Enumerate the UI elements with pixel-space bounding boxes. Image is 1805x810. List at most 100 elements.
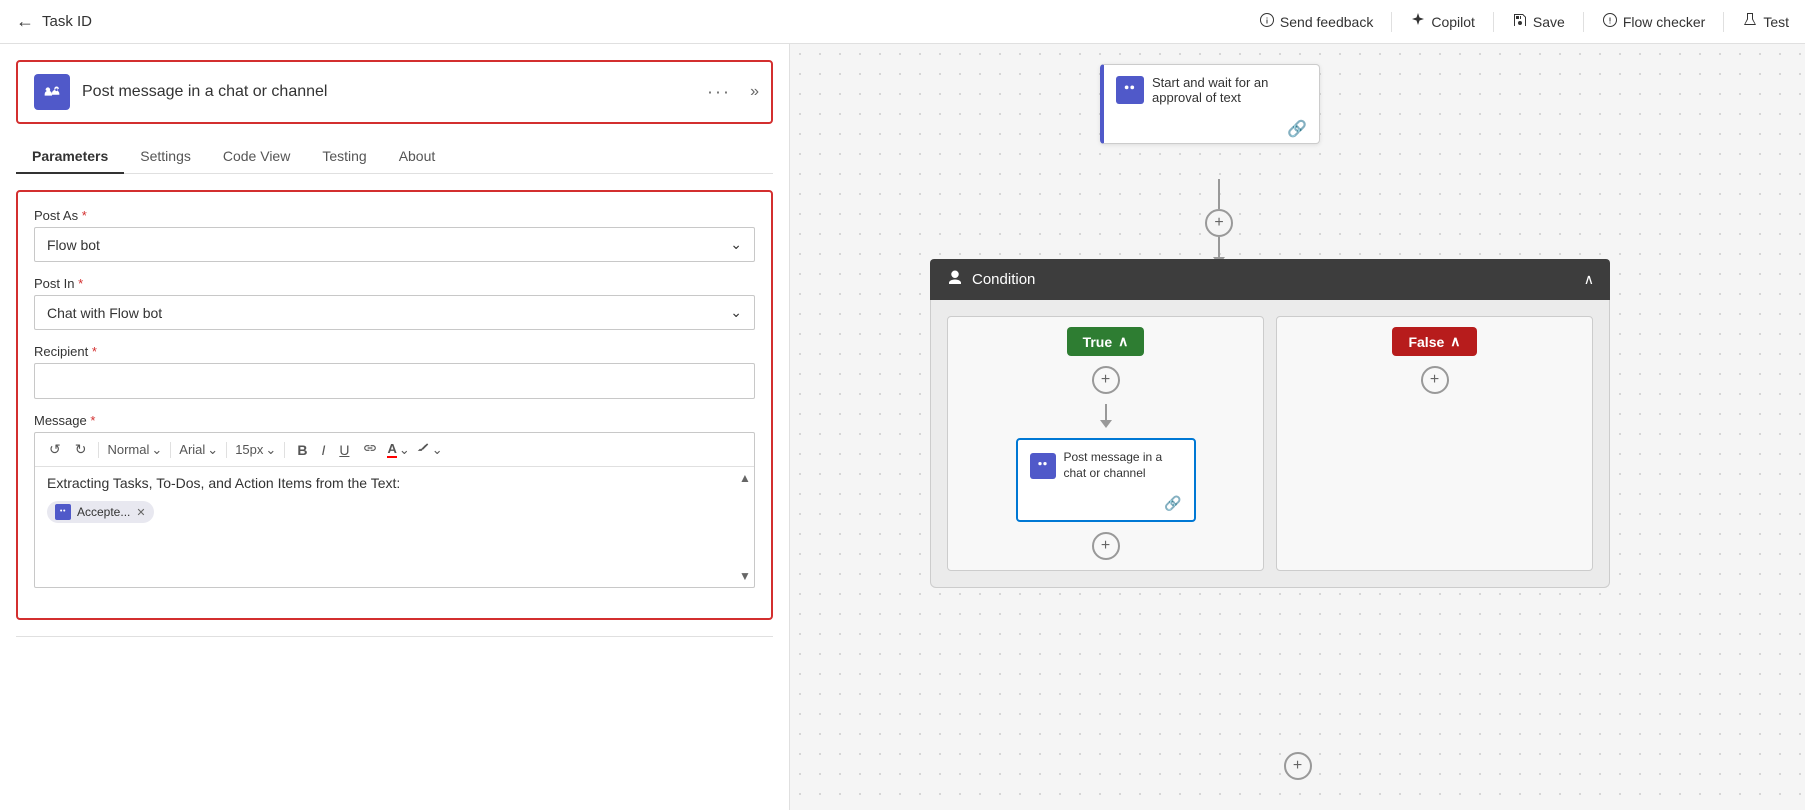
bold-button[interactable]: B [293,440,311,460]
condition-node: Condition ∧ True ∧ + [930,259,1610,588]
font-value: Arial [179,442,205,457]
action-title: Post message in a chat or channel [82,83,755,101]
undo-button[interactable]: ↺ [45,439,65,460]
copilot-label: Copilot [1431,14,1475,30]
condition-body: True ∧ + [930,300,1610,588]
font-color-icon: A [387,441,396,458]
post-in-required: * [78,276,83,291]
recipient-label: Recipient * [34,344,755,359]
redo-button[interactable]: ↻ [71,439,91,460]
test-label: Test [1763,14,1789,30]
post-as-required: * [82,208,87,223]
topbar-left: ← Task ID [16,11,1259,32]
parameters-form: Post As * Flow bot ⌄ Post In * Chat with… [16,190,773,620]
rte-text: Extracting Tasks, To-Dos, and Action Ite… [47,475,742,491]
message-tag-chip: Accepte... ✕ [47,501,154,523]
font-color-dropdown[interactable]: A ⌄ [387,441,409,458]
condition-header: Condition ∧ [930,259,1610,300]
rich-text-editor: ↺ ↻ Normal ⌄ Arial ⌄ [34,432,755,588]
approval-node-icon [1116,76,1144,104]
scroll-up-button[interactable]: ▲ [739,471,751,485]
false-branch-header[interactable]: False ∧ [1392,327,1476,356]
condition-collapse-button[interactable]: ∧ [1584,271,1594,288]
italic-button[interactable]: I [317,440,329,460]
flow-checker-label: Flow checker [1623,14,1705,30]
true-branch-header[interactable]: True ∧ [1067,327,1145,356]
arrow-line-2 [1218,237,1220,257]
main-layout: Post message in a chat or channel ··· » … [0,44,1805,810]
recipient-input[interactable] [34,363,755,399]
highlight-chevron: ⌄ [432,442,443,458]
toolbar-sep-3 [226,442,227,458]
tag-label: Accepte... [77,505,130,519]
post-as-value: Flow bot [47,237,100,253]
recipient-group: Recipient * [34,344,755,399]
tab-code-view[interactable]: Code View [207,140,306,174]
topbar-separator-2 [1493,12,1494,32]
send-feedback-button[interactable]: Send feedback [1259,12,1373,31]
font-dropdown[interactable]: Arial ⌄ [179,442,218,458]
arrow-approval-condition: + [1205,179,1233,265]
save-button[interactable]: Save [1512,12,1565,31]
flow-checker-button[interactable]: Flow checker [1602,12,1705,31]
rte-content-area[interactable]: Extracting Tasks, To-Dos, and Action Ite… [35,467,754,587]
copilot-icon [1410,12,1426,31]
topbar: ← Task ID Send feedback Copilot Save [0,0,1805,44]
highlight-icon [416,441,430,458]
send-feedback-label: Send feedback [1280,14,1373,30]
tag-remove-button[interactable]: ✕ [136,506,145,519]
scroll-down-button[interactable]: ▼ [739,569,751,583]
arrow-to-post [1100,404,1112,428]
post-as-select[interactable]: Flow bot ⌄ [34,227,755,262]
post-in-select[interactable]: Chat with Flow bot ⌄ [34,295,755,330]
copilot-button[interactable]: Copilot [1410,12,1475,31]
approval-node-link: 🔗 [1104,115,1319,143]
tab-parameters[interactable]: Parameters [16,140,124,174]
underline-button[interactable]: U [335,440,353,460]
tab-settings[interactable]: Settings [124,140,207,174]
tag-icon [55,504,71,520]
post-in-value: Chat with Flow bot [47,305,162,321]
left-panel: Post message in a chat or channel ··· » … [0,44,790,810]
add-between-button-1[interactable]: + [1205,209,1233,237]
approval-node-title: Start and wait for an approval of text [1152,75,1307,105]
test-button[interactable]: Test [1742,12,1789,31]
tab-about[interactable]: About [383,140,452,174]
post-node-title: Post message in a chat or channel [1064,450,1182,481]
approval-link-icon: 🔗 [1287,121,1307,138]
style-dropdown[interactable]: Normal ⌄ [107,442,162,458]
add-in-false-button[interactable]: + [1421,366,1449,394]
post-node-header: Post message in a chat or channel [1018,440,1194,491]
font-color-chevron: ⌄ [399,442,410,458]
topbar-separator-3 [1583,12,1584,32]
post-node-link: 🔗 [1018,491,1194,520]
flow-checker-icon [1602,12,1618,31]
add-in-true-button[interactable]: + [1092,366,1120,394]
tab-testing[interactable]: Testing [306,140,382,174]
toolbar-sep-2 [170,442,171,458]
action-menu-button[interactable]: ··· [707,82,731,103]
post-node-in-canvas[interactable]: Post message in a chat or channel 🔗 [1016,438,1196,522]
add-below-post-button[interactable]: + [1092,532,1120,560]
test-icon [1742,12,1758,31]
recipient-required: * [92,344,97,359]
action-header: Post message in a chat or channel ··· » [16,60,773,124]
toolbar-sep-1 [98,442,99,458]
save-icon [1512,12,1528,31]
back-button[interactable]: ← [16,11,34,32]
font-chevron-icon: ⌄ [207,442,218,458]
add-after-condition-button[interactable]: + [1284,752,1312,780]
condition-icon [946,269,964,290]
flow-canvas: Start and wait for an approval of text 🔗… [790,44,1805,810]
condition-header-left: Condition [946,269,1035,290]
size-dropdown[interactable]: 15px ⌄ [235,442,276,458]
action-collapse-button[interactable]: » [750,83,759,101]
approval-node[interactable]: Start and wait for an approval of text 🔗 [1100,64,1320,144]
toolbar-sep-4 [284,442,285,458]
highlight-dropdown[interactable]: ⌄ [416,441,443,458]
post-in-label: Post In * [34,276,755,291]
link-button[interactable] [359,439,381,460]
condition-title: Condition [972,271,1035,288]
false-collapse-icon: ∧ [1450,333,1460,350]
false-label: False [1408,334,1444,350]
